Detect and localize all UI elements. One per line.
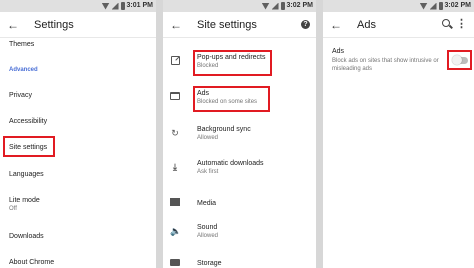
settings-item-accessibility[interactable]: Accessibility [9,117,47,126]
highlight-box [447,50,472,70]
panel-divider [316,0,323,268]
popup-icon [170,56,180,66]
site-setting-storage[interactable]: Storage [163,250,316,268]
wifi-icon [419,2,428,10]
settings-item-privacy[interactable]: Privacy [9,91,32,100]
app-bar: ← Site settings ? [163,12,316,38]
highlight-box [193,50,272,76]
ads-setting-description: Block ads on sites that show intrusive o… [332,58,439,72]
help-icon[interactable]: ? [301,20,310,29]
page-title: Settings [34,19,74,31]
settings-item-label: Themes [9,41,35,48]
storage-icon [170,258,180,268]
status-bar: 3:02 PM [323,0,474,12]
settings-item-label: Downloads [9,233,44,240]
ads-panel: 3:02 PM ← Ads ⋮ Ads Block ads on sites t… [323,0,474,268]
battery-icon [438,2,443,10]
app-bar: ← Settings [0,12,156,38]
status-time: 3:01 PM [126,2,153,9]
site-setting-sound[interactable]: 🔈 Sound Allowed [163,218,316,248]
site-setting-background-sync[interactable]: ↻ Background sync Allowed [163,120,316,150]
ads-icon [170,92,180,102]
status-time: 3:02 PM [444,2,471,9]
sync-icon: ↻ [171,128,179,138]
status-bar: 3:02 PM [163,0,316,12]
app-bar: ← Ads ⋮ [323,12,474,38]
search-icon[interactable] [442,19,450,27]
signal-icon [429,2,437,10]
battery-icon [120,2,125,10]
page-title: Site settings [197,19,257,31]
settings-item-about-chrome[interactable]: About Chrome [9,258,54,267]
settings-item-downloads[interactable]: Downloads [9,232,44,241]
settings-item-themes[interactable]: Themes [9,40,34,49]
site-settings-panel: 3:02 PM ← Site settings ? Pop-ups and re… [163,0,316,268]
section-header-advanced: Advanced [9,67,38,73]
settings-item-languages[interactable]: Languages [9,170,44,179]
site-setting-automatic-downloads[interactable]: ⤓ Automatic downloads Ask first [163,154,316,184]
wifi-icon [101,2,110,10]
page-title: Ads [357,19,376,31]
back-arrow-icon[interactable]: ← [170,18,182,32]
download-icon: ⤓ [173,162,177,172]
highlight-box [193,86,270,112]
site-setting-label: Storage [197,260,222,267]
status-bar: 3:01 PM [0,0,156,12]
highlight-box [3,136,55,157]
more-options-icon[interactable]: ⋮ [456,19,467,30]
settings-item-label: Languages [9,171,44,178]
wifi-icon [261,2,270,10]
settings-item-label: Privacy [9,92,32,99]
site-setting-sublabel: Allowed [197,135,219,141]
sound-icon: 🔈 [170,226,182,236]
status-time: 3:02 PM [286,2,313,9]
ads-setting-title: Ads [332,48,345,55]
site-setting-media[interactable]: Media [163,190,316,220]
settings-item-label: About Chrome [9,259,55,266]
media-icon [170,198,180,208]
site-setting-label: Media [197,200,217,207]
settings-panel: 3:01 PM ← Settings Themes Advanced Priva… [0,0,156,268]
site-setting-label: Sound [197,224,218,231]
back-arrow-icon[interactable]: ← [7,18,19,32]
settings-item-lite-mode[interactable]: Lite mode Off [9,196,40,213]
site-setting-sublabel: Allowed [197,233,219,239]
panel-divider [156,0,163,268]
site-setting-sublabel: Ask first [197,169,219,175]
site-setting-label: Background sync [197,126,251,133]
battery-icon [280,2,285,10]
signal-icon [271,2,279,10]
settings-item-label: Accessibility [9,118,48,125]
settings-item-sublabel: Off [9,206,17,212]
back-arrow-icon[interactable]: ← [330,18,342,32]
signal-icon [111,2,119,10]
settings-item-label: Lite mode [9,197,40,204]
site-setting-label: Automatic downloads [197,160,264,167]
